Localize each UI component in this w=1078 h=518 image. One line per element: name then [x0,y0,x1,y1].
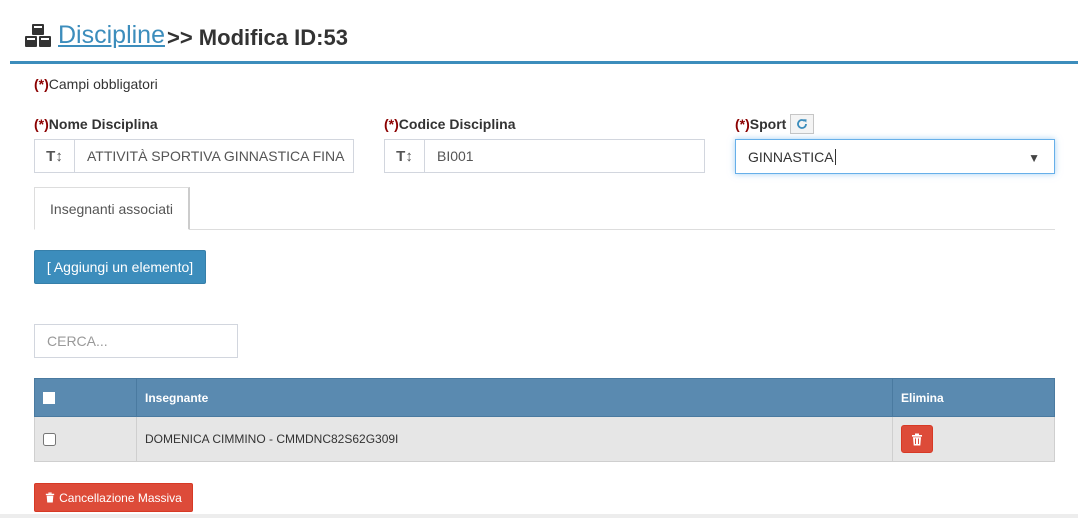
row-checkbox[interactable] [43,433,56,447]
page-bottom-edge [0,514,1078,518]
mandatory-note-text: Campi obbligatori [48,76,158,92]
insegnante-cell: DOMENICA CIMMINO - CMMDNC82S62G309I [136,416,893,462]
sport-label: (*)Sport [735,116,786,132]
codice-disciplina-group: T↕ BI001 [384,139,705,173]
nome-disciplina-group: T↕ ATTIVITÀ SPORTIVA GINNASTICA FINA [34,139,354,173]
nome-disciplina-input[interactable]: ATTIVITÀ SPORTIVA GINNASTICA FINA [75,140,353,172]
elimina-cell [892,416,1055,462]
codice-disciplina-label-text: Codice Disciplina [398,116,516,132]
table-header-row: Insegnante Elimina [34,378,1055,417]
column-header-elimina: Elimina [892,378,1055,417]
table-row: DOMENICA CIMMINO - CMMDNC82S62G309I [34,416,1055,462]
refresh-icon [797,119,807,129]
nome-disciplina-label-text: Nome Disciplina [48,116,158,132]
column-header-insegnante: Insegnante [136,378,893,417]
sport-select[interactable]: GINNASTICA ▼ [735,139,1055,174]
discipline-breadcrumb-link[interactable]: Discipline [58,21,165,50]
bulk-delete-button[interactable]: Cancellazione Massiva [34,483,193,512]
tab-insegnanti-associati[interactable]: Insegnanti associati [34,187,190,230]
chevron-down-icon: ▼ [1028,151,1040,165]
page-header: Discipline >> Modifica ID:53 [10,0,1078,64]
mandatory-note: (*)Campi obbligatori [34,76,158,92]
trash-icon [45,492,55,503]
insegnanti-table: Insegnante Elimina DOMENICA CIMMINO - CM… [34,378,1055,462]
tab-strip: Insegnanti associati [34,187,1055,230]
required-marker: (*) [384,116,399,132]
text-cursor [834,148,836,165]
required-marker: (*) [34,116,49,132]
select-all-checkbox[interactable] [43,392,55,405]
nome-disciplina-label: (*)Nome Disciplina [34,116,158,132]
cubes-icon [25,24,51,47]
row-select-cell [34,416,137,462]
required-marker: (*) [34,76,49,92]
add-element-button[interactable]: [ Aggiungi un elemento] [34,250,206,284]
codice-disciplina-input[interactable]: BI001 [425,140,704,172]
trash-icon [912,433,922,445]
sport-selected-value: GINNASTICA [748,148,834,165]
search-input[interactable] [34,324,238,358]
page-title: >> Modifica ID:53 [167,25,348,50]
required-marker: (*) [735,116,750,132]
text-height-icon: T↕ [35,140,75,172]
select-all-header [34,378,137,417]
sport-label-text: Sport [749,116,787,132]
text-height-icon: T↕ [385,140,425,172]
bulk-delete-label: Cancellazione Massiva [59,490,182,505]
sport-refresh-button[interactable] [790,114,814,134]
delete-row-button[interactable] [901,425,933,453]
codice-disciplina-label: (*)Codice Disciplina [384,116,515,132]
